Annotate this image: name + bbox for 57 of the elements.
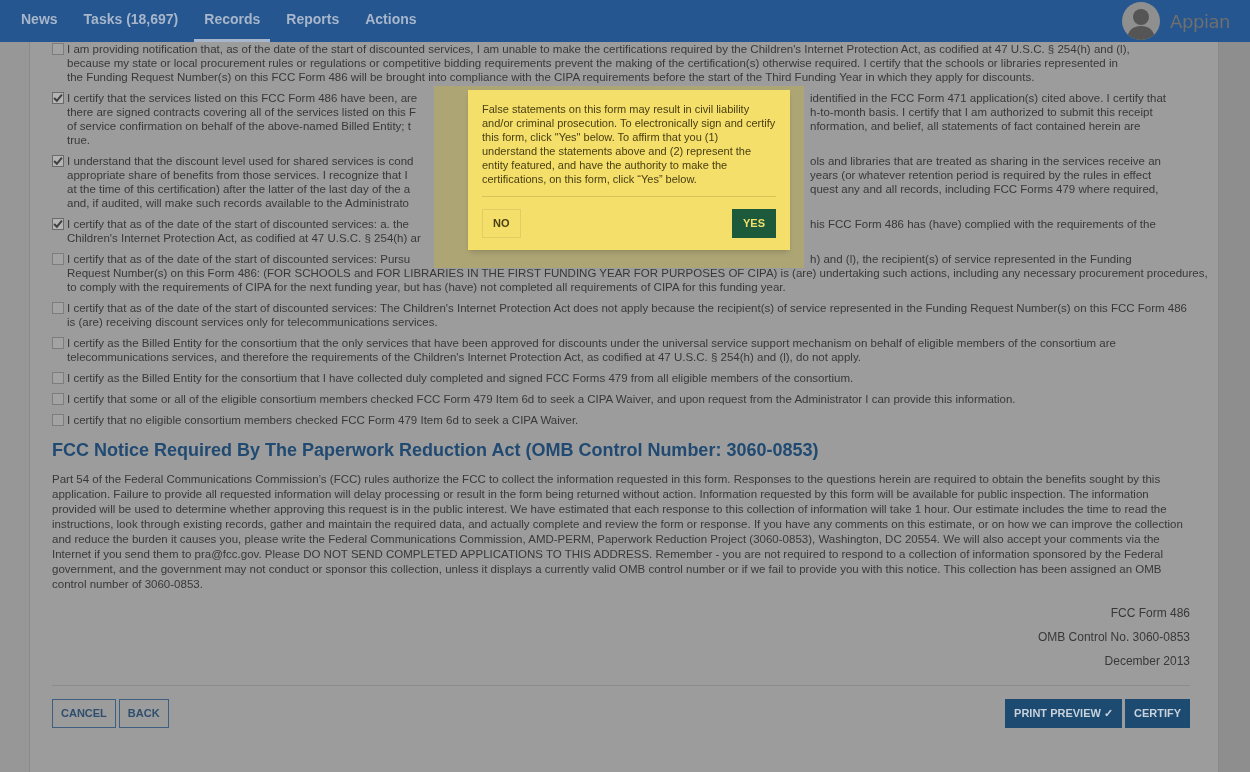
action-button[interactable]: PRINT PREVIEW ✓ xyxy=(1005,699,1122,728)
certification-text: appropriate share of benefits from those services. I recognize that I xyxy=(67,168,409,182)
certification-text: identified in the FCC Form 471 application(s) cited above. I certify that xyxy=(810,91,1168,105)
certification-text: I certify that some or all of the eligible consortium members checked FCC Form 479 Item 6d to seek a CIPA Waiver, and upon request from the Administrator I can provide this information. xyxy=(67,393,1016,405)
form-info-text: December 2013 xyxy=(1104,654,1190,669)
brand-logo: Appian xyxy=(1170,9,1230,34)
certification-text: his FCC Form 486 has (have) complied with the requirements of the xyxy=(810,217,1157,231)
section-heading: FCC Notice Required By The Paperwork Reduction Act (OMB Control Number: 3060-0853) xyxy=(52,439,820,462)
dialog-button[interactable]: NO xyxy=(482,209,521,238)
nav-tab[interactable]: Tasks (18,697) xyxy=(73,0,189,42)
certification-text: I certify as the Billed Entity for the consortium that the only services that have been approved for discounts under the universal service support mechanism on behalf of eligible members of the consortium are telecommunications services, and therefore the requirements of the Children's Internet Protection Act, as codified at 47 U.S.C. § 254(h) and (l), do not apply. xyxy=(67,337,1116,363)
certification-text: I certify as the Billed Entity for the consortium that I have collected duly completed and signed FCC Forms 479 from all eligible members of the consortium. xyxy=(67,372,854,384)
nav-tab[interactable]: Reports xyxy=(276,0,350,42)
avatar-icon[interactable] xyxy=(1122,2,1161,40)
certification-text: at the time of this certification) after the latter of the last day of the a xyxy=(67,182,412,196)
checkbox[interactable] xyxy=(52,372,64,384)
checkbox[interactable] xyxy=(52,337,64,349)
certification-text: years (or whatever retention period is required by the rules in effect xyxy=(810,168,1153,182)
form-info-text: OMB Control No. 3060-0853 xyxy=(1037,630,1190,645)
certification-text: I certify that no eligible consortium members checked FCC Form 479 Item 6d to seek a CIPA Waiver. xyxy=(67,414,579,426)
certification-text: the Funding Request Number(s) on this FCC Form 486 will be brought into compliance with the CIPA requirements before the start of the Third Funding Year in which they apply for discounts. xyxy=(67,71,1035,83)
certification-text: ols and libraries that are treated as sharing in the services receive an xyxy=(810,154,1162,168)
certification-text: h-to-month basis. I certify that I am authorized to submit this receipt xyxy=(810,105,1154,119)
certification-text: to comply with the requirements of CIPA for the next funding year, but has (have) not completed all requirements of CIPA for this funding year. xyxy=(67,281,786,293)
dialog-button[interactable]: YES xyxy=(732,209,776,238)
form-info-text: FCC Form 486 xyxy=(1110,606,1190,621)
certification-text: I certify that the services listed on this FCC Form 486 have been, are xyxy=(67,91,419,105)
nav-tab[interactable]: News xyxy=(11,0,68,42)
certification-text: true. xyxy=(67,133,91,147)
certification-text: of service confirmation on behalf of the above-named Billed Entity; t xyxy=(67,119,412,133)
certification-text: there are signed contracts covering all of the services listed on this F xyxy=(67,105,417,119)
certification-text: I certify that as of the date of the start of discounted services: Pursu xyxy=(67,252,412,266)
certification-text: I am providing notification that, as of the date of the start of discounted services, I am unable to make the certifications required by the Children's Internet Protection Act, as codified at 47 U.S.C. § 254(h) and (l), xyxy=(67,43,1130,55)
certification-text: I understand that the discount level used for shared services is cond xyxy=(67,154,415,168)
certification-text: I certify that as of the date of the start of discounted services: a. the xyxy=(67,217,410,231)
certification-text: and, if audited, will make such records available to the Administrato xyxy=(67,196,410,210)
checkbox[interactable] xyxy=(52,302,64,314)
certification-text: Children's Internet Protection Act, as codified at 47 U.S.C. § 254(h) ar xyxy=(67,231,422,245)
action-button[interactable]: CANCEL xyxy=(52,699,116,728)
checkbox[interactable] xyxy=(52,253,64,265)
checkbox[interactable] xyxy=(52,393,64,405)
certification-text: Request Number(s) on this Form 486: (FOR SCHOOLS and FOR LIBRARIES IN THE FIRST FUNDING YEAR FOR PURPOSES OF CIPA) is (are) undertaking such actions, including any necessary procurement procedures, xyxy=(67,267,1208,279)
checkbox[interactable] xyxy=(52,155,64,167)
checkbox[interactable] xyxy=(52,414,64,426)
certification-text: quest any and all records, including FCC Forms 479 where required, xyxy=(810,182,1160,196)
checkbox[interactable] xyxy=(52,92,64,104)
certification-text: I certify that as of the date of the start of discounted services: The Children's Internet Protection Act does not apply because the recipient(s) of service represented in the Funding Request Number(s) on this FCC Form 486 is (are) receiving discount services only for telecommunications services. xyxy=(67,302,1187,328)
certification-text: h) and (l), the recipient(s) of service represented in the Funding xyxy=(810,252,1133,266)
nav-tab[interactable]: Actions xyxy=(355,0,427,42)
checkbox[interactable] xyxy=(52,43,64,55)
checkbox[interactable] xyxy=(52,218,64,230)
dialog-message: False statements on this form may result in civil liability and/or criminal prosecution. To electronically sign and certify this form, click "Yes" below. To affirm that you (1) understand the statements above and (2) represent the entity featured, and have the authority to make the certifications, on this form, click “Yes” below. xyxy=(482,102,776,186)
certification-text: because my state or local procurement rules or regulations or competitive bidding requirements prevent the making of the certification(s) otherwise required. I certify that the schools or libraries represented in xyxy=(67,57,1118,69)
action-button[interactable]: BACK xyxy=(118,699,169,728)
action-button[interactable]: CERTIFY xyxy=(1124,699,1190,728)
certification-text: nformation, and belief, all statements of fact contained herein are xyxy=(810,119,1142,133)
notice-paragraph: Part 54 of the Federal Communications Commission’s (FCC) rules authorize the FCC to collect the information requested in this form. Responses to the questions herein are required to obtain the benefits sought by this application. Failure to provide all requested information will delay processing or result in the form being returned without action. Information requested by this form will be available for public inspection. The information provided will be used to determine whether approving this request is in the public interest. We have estimated that each response to this collection of information will take 1 hour. Our estimate includes the time to read the instructions, look through existing records, gather and maintain the required data, and actually complete and review the form or response. If you have any comments on this estimate, or on how we can improve the collection and reduce the burden it causes you, please write the Federal Communications Commission, AMD-PERM, Paperwork Reduction Project (3060-0853), Washington, DC 20554. We will also accept your comments via the Internet if you send them to pra@fcc.gov. Please DO NOT SEND COMPLETED APPLICATIONS TO THIS ADDRESS. Remember - you are not required to respond to a collection of information sponsored by the Federal government, and the government may not conduct or sponsor this collection, unless it displays a currently valid OMB control number or if we fail to provide you with this notice. This collection has been assigned an OMB control number of 3060-0853. xyxy=(52,472,1184,592)
